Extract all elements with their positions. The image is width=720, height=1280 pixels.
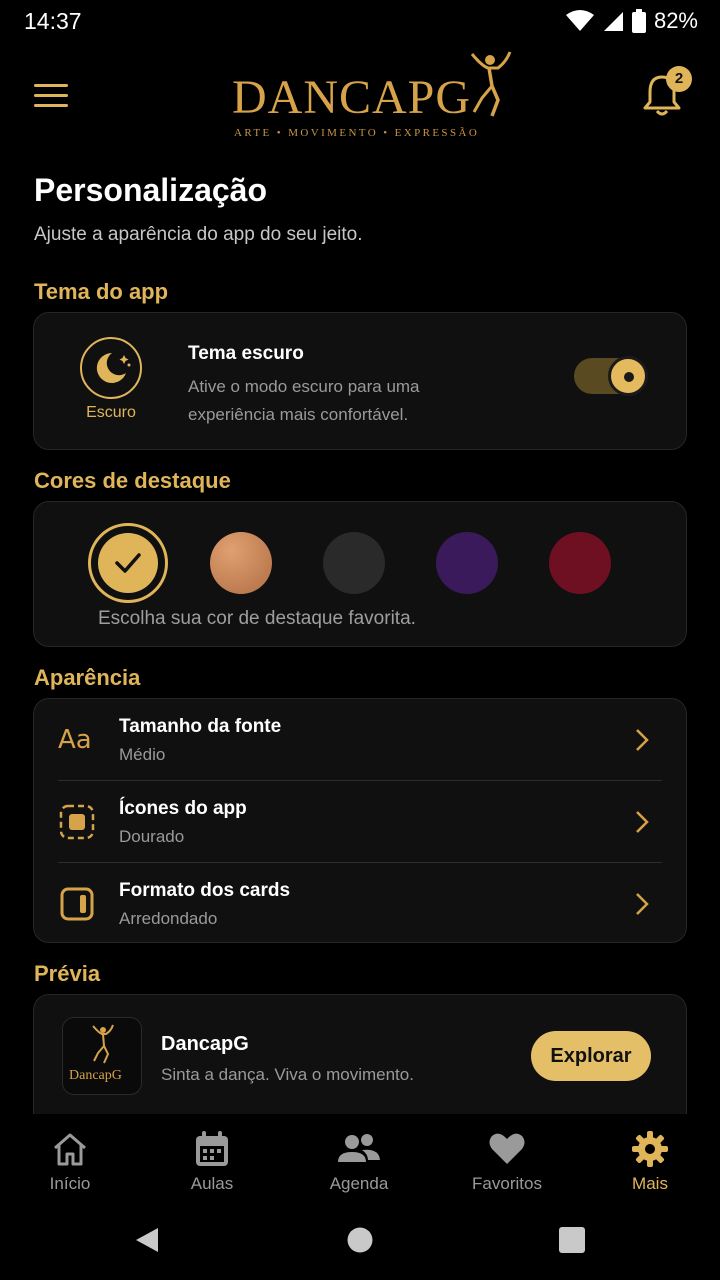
nav-item-aulas[interactable]: Aulas (152, 1130, 272, 1194)
font-size-icon: Aa (58, 725, 92, 755)
gear-icon (632, 1131, 668, 1167)
back-icon[interactable] (134, 1226, 160, 1254)
card-shape-icon (60, 887, 94, 921)
check-icon (115, 553, 141, 573)
preview-subtitle: Sinta a dança. Viva o movimento. (161, 1065, 414, 1084)
setting-row-card-shape[interactable]: Formato dos cards Arredondado (34, 863, 686, 945)
nav-item-mais[interactable]: Mais (590, 1130, 710, 1194)
menu-icon-bar (34, 104, 68, 107)
section-title-accent: Cores de destaque (34, 468, 231, 493)
preview-app-logo: DancapG (62, 1017, 142, 1095)
chevron-right-icon (636, 729, 649, 751)
accent-colors-card: Escolha sua cor de destaque favorita. (33, 501, 687, 647)
menu-icon-bar (34, 84, 68, 87)
row-value: Dourado (119, 827, 185, 846)
heart-icon (489, 1133, 525, 1164)
home-circle-icon[interactable] (347, 1227, 373, 1253)
app-logo: DANCAPG ARTE • MOVIMENTO • EXPRESSÃO (230, 50, 520, 140)
setting-row-font-size[interactable]: Aa Tamanho da fonte Médio (34, 699, 686, 781)
section-title-preview: Prévia (34, 961, 101, 986)
dancer-icon (92, 1024, 114, 1064)
nav-item-agenda[interactable]: Agenda (299, 1130, 419, 1194)
accent-swatch-gold[interactable] (88, 523, 168, 603)
row-title: Tamanho da fonte (119, 716, 282, 737)
status-time: 14:37 (24, 8, 82, 34)
accent-swatch-graphite[interactable] (323, 532, 385, 594)
calendar-icon (196, 1131, 228, 1166)
theme-card: Escuro Tema escuro Ative o modo escuro p… (33, 312, 687, 450)
logo-wordmark: DANCAPG (232, 71, 472, 124)
notification-badge: 2 (666, 66, 692, 92)
page-subtitle: Ajuste a aparência do app do seu jeito. (34, 224, 363, 245)
app-icons-icon (59, 804, 95, 840)
app-header: DANCAPG ARTE • MOVIMENTO • EXPRESSÃO 2 (0, 44, 720, 148)
battery-icon (631, 9, 646, 33)
accent-swatch-bronze[interactable] (210, 532, 272, 594)
section-title-theme: Tema do app (34, 279, 169, 304)
row-title: Formato dos cards (119, 880, 291, 901)
section-title-appearance: Aparência (34, 665, 141, 690)
system-navigation-bar (0, 1206, 720, 1280)
cell-signal-icon (603, 12, 623, 31)
dark-theme-badge (80, 337, 142, 399)
explore-button[interactable]: Explorar (531, 1031, 651, 1081)
home-icon (54, 1133, 86, 1166)
page-title: Personalização (34, 172, 267, 208)
status-bar: 14:37 82% (0, 0, 720, 44)
chevron-right-icon (636, 811, 649, 833)
preview-title: DancapG (161, 1033, 249, 1055)
recents-icon[interactable] (559, 1227, 585, 1253)
accent-hint: Escolha sua cor de destaque favorita. (98, 608, 416, 629)
status-icons: 82% (565, 8, 698, 34)
row-value: Médio (119, 745, 166, 764)
preview-logo-text: DancapG (69, 1068, 122, 1083)
people-icon (338, 1134, 380, 1162)
row-value: Arredondado (119, 909, 218, 928)
chevron-right-icon (636, 893, 649, 915)
row-title: Ícones do app (119, 798, 247, 819)
logo-tagline: ARTE • MOVIMENTO • EXPRESSÃO (234, 127, 480, 139)
preview-card: DancapG DancapG Sinta a dança. Viva o mo… (33, 994, 687, 1114)
nav-label: Favoritos (472, 1174, 542, 1193)
bottom-navigation: Início Aulas Agenda Favoritos Mais (0, 1114, 720, 1206)
nav-label: Agenda (329, 1174, 389, 1193)
accent-swatch-wine[interactable] (549, 532, 611, 594)
nav-label: Aulas (190, 1174, 234, 1193)
dark-theme-description: Ative o modo escuro para uma experiência… (188, 377, 420, 424)
dark-theme-label: Escuro (86, 404, 136, 421)
nav-item-inicio[interactable]: Início (10, 1130, 130, 1194)
wifi-icon (565, 10, 594, 31)
nav-label: Início (49, 1174, 91, 1193)
dark-theme-toggle[interactable] (574, 356, 648, 396)
appearance-card: Aa Tamanho da fonte Médio Ícones do app … (33, 698, 687, 943)
nav-label: Mais (632, 1174, 668, 1193)
menu-icon-bar (34, 94, 68, 97)
setting-row-app-icons[interactable]: Ícones do app Dourado (34, 781, 686, 863)
battery-percent: 82% (653, 8, 698, 33)
toggle-knob (608, 356, 648, 396)
nav-item-favoritos[interactable]: Favoritos (447, 1130, 567, 1194)
accent-swatch-purple[interactable] (436, 532, 498, 594)
menu-button[interactable] (34, 84, 68, 110)
dark-theme-title: Tema escuro (188, 343, 304, 364)
dancer-icon (470, 51, 512, 117)
moon-icon (96, 352, 131, 383)
